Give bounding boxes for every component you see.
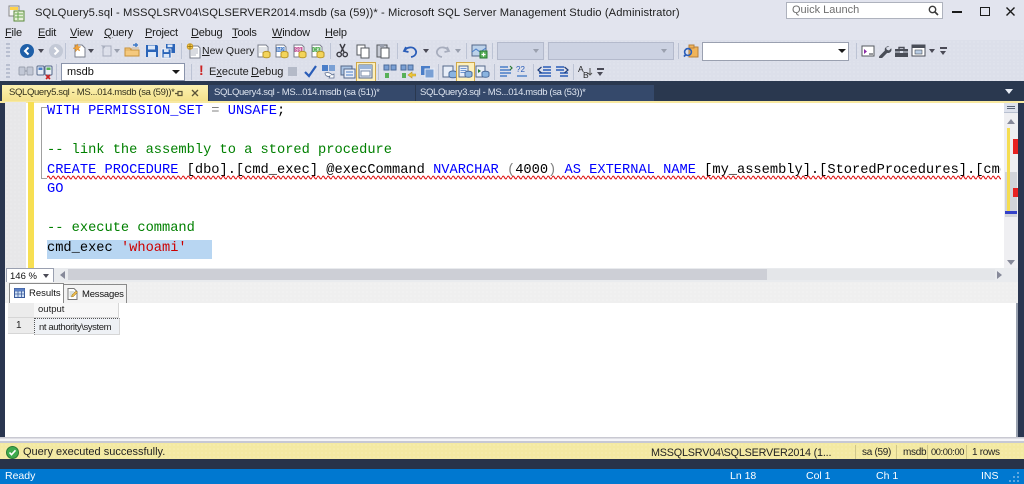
svg-text:B: B: [583, 70, 589, 80]
svg-text:?2: ?2: [516, 65, 525, 74]
